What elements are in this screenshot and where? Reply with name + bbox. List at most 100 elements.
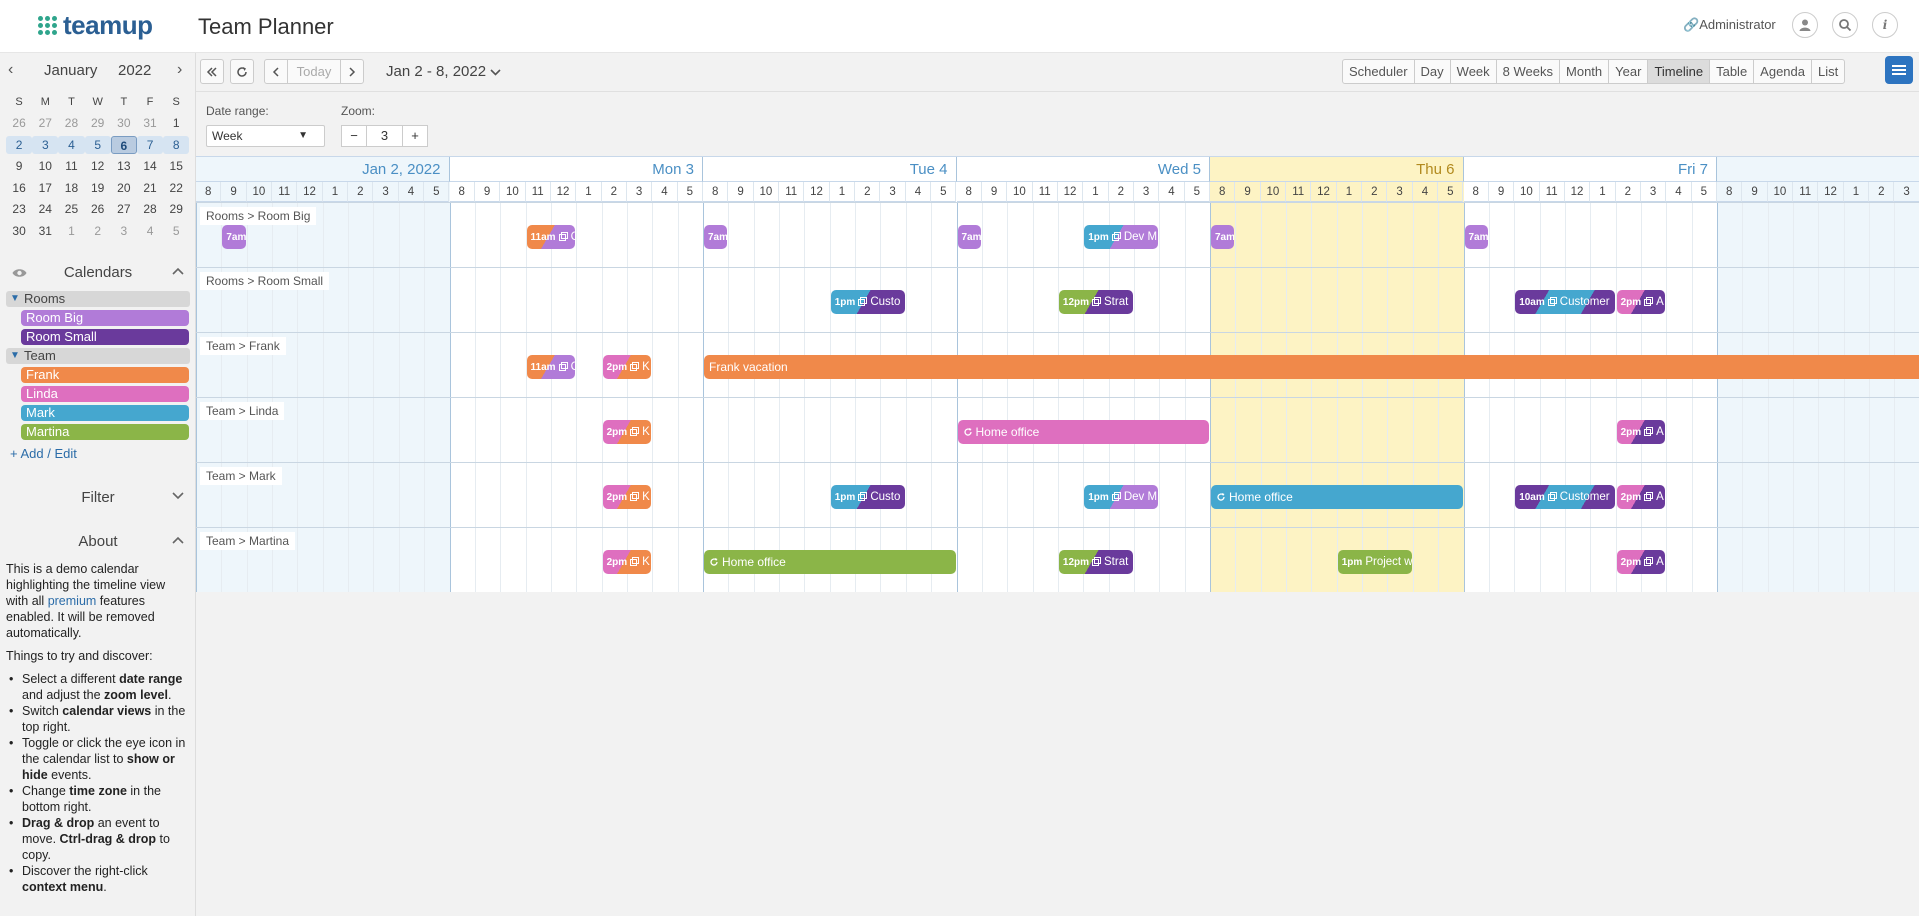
mini-day[interactable]: 30 (111, 114, 137, 132)
zoom-minus-button[interactable]: − (341, 125, 367, 147)
event-block[interactable]: 1pm Custo (830, 485, 905, 509)
event-block[interactable]: 1pm Project w (1337, 550, 1412, 574)
add-edit-link[interactable]: + Add / Edit (10, 446, 77, 461)
event-block[interactable]: 7am (957, 225, 981, 249)
day-header[interactable]: Fri 7 (1463, 157, 1717, 182)
event-block[interactable]: 2pm A (1616, 485, 1666, 509)
mini-day[interactable]: 2 (6, 135, 33, 154)
event-block[interactable]: 1pm Dev M (1084, 485, 1159, 509)
view-week-button[interactable]: Week (1451, 60, 1497, 83)
mini-day[interactable]: 22 (163, 179, 189, 197)
mini-day[interactable]: 16 (6, 179, 32, 197)
view-year-button[interactable]: Year (1609, 60, 1649, 83)
day-header[interactable]: Thu 6 (1210, 157, 1464, 182)
calendar-item-linda[interactable]: Linda (21, 386, 189, 402)
mini-day[interactable]: 27 (32, 114, 58, 132)
administrator-link[interactable]: 🔗Administrator (1683, 17, 1776, 33)
mini-day[interactable]: 12 (85, 157, 111, 175)
view-day-button[interactable]: Day (1415, 60, 1451, 83)
event-block[interactable]: 7am (222, 225, 246, 249)
mini-next-month-icon[interactable]: › (177, 61, 182, 79)
event-block[interactable]: 7am (704, 225, 728, 249)
mini-day[interactable]: 13 (111, 157, 137, 175)
mini-day[interactable]: 26 (6, 114, 32, 132)
today-button[interactable]: Today (287, 59, 341, 84)
refresh-icon[interactable] (230, 59, 254, 84)
mini-calendar-year[interactable]: 2022 (118, 62, 151, 79)
event-block[interactable]: 2pm A (1616, 420, 1666, 444)
teamup-logo[interactable]: teamup (38, 10, 153, 40)
mini-day[interactable]: 24 (32, 200, 58, 218)
mini-day[interactable]: 21 (137, 179, 163, 197)
mini-day[interactable]: 9 (6, 157, 32, 175)
caret-down-icon[interactable]: ▼ (10, 291, 20, 307)
mini-prev-month-icon[interactable]: ‹ (8, 61, 13, 79)
jump-back-icon[interactable] (200, 59, 224, 84)
day-header[interactable]: Mon 3 (449, 157, 703, 182)
day-header[interactable]: Tue 4 (703, 157, 957, 182)
mini-day[interactable]: 27 (111, 200, 137, 218)
mini-day[interactable]: 31 (32, 222, 58, 240)
event-block[interactable]: 2pm A (1616, 550, 1666, 574)
view-table-button[interactable]: Table (1710, 60, 1755, 83)
mini-day[interactable]: 28 (137, 200, 163, 218)
mini-day[interactable]: 5 (84, 135, 111, 154)
mini-day[interactable]: 15 (163, 157, 189, 175)
calendar-item-mark[interactable]: Mark (21, 405, 189, 421)
mini-day[interactable]: 31 (137, 114, 163, 132)
event-block[interactable]: 2pm K (602, 420, 652, 444)
mini-day[interactable]: 28 (58, 114, 84, 132)
mini-day[interactable]: 4 (58, 135, 85, 154)
calendar-item-martina[interactable]: Martina (21, 424, 189, 440)
mini-day[interactable]: 11 (58, 157, 84, 175)
mini-day[interactable]: 23 (6, 200, 32, 218)
mini-day[interactable]: 10 (32, 157, 58, 175)
day-header[interactable]: Wed 5 (956, 157, 1210, 182)
mini-day[interactable]: 1 (58, 222, 84, 240)
date-range-select[interactable]: Week ▼ (206, 125, 325, 147)
event-block[interactable]: 1pm Custo (830, 290, 905, 314)
day-header[interactable] (1717, 157, 1919, 182)
calendars-section-header[interactable]: Calendars (0, 261, 195, 285)
event-block[interactable]: 7am (1211, 225, 1235, 249)
event-block[interactable]: Home office (957, 420, 1209, 444)
mini-day[interactable]: 1 (163, 114, 189, 132)
event-block[interactable]: 12pm Strat (1058, 550, 1133, 574)
event-block[interactable]: 12pm Strat (1058, 290, 1133, 314)
zoom-plus-button[interactable]: + (402, 125, 428, 147)
info-icon[interactable]: i (1872, 12, 1898, 38)
event-block[interactable]: 10am Customer (1515, 290, 1615, 314)
event-block[interactable]: 2pm K (602, 550, 652, 574)
event-block[interactable]: 2pm K (602, 355, 652, 379)
view-scheduler-button[interactable]: Scheduler (1343, 60, 1415, 83)
view-agenda-button[interactable]: Agenda (1754, 60, 1812, 83)
filter-section-header[interactable]: Filter (0, 486, 195, 510)
event-block[interactable]: Frank vacation (704, 355, 1919, 379)
mini-day[interactable]: 8 (163, 135, 190, 154)
calendar-item-room-small[interactable]: Room Small (21, 329, 189, 345)
calendar-group-rooms[interactable]: ▼ Rooms (6, 291, 190, 307)
mini-day[interactable]: 4 (137, 222, 163, 240)
search-icon[interactable] (1832, 12, 1858, 38)
premium-link[interactable]: premium (48, 594, 97, 608)
event-block[interactable]: 10am Customer (1515, 485, 1615, 509)
about-section-header[interactable]: About (0, 530, 195, 554)
event-block[interactable]: 2pm A (1616, 290, 1666, 314)
calendar-item-frank[interactable]: Frank (21, 367, 189, 383)
mini-day[interactable]: 20 (111, 179, 137, 197)
event-block[interactable]: 11am C (526, 355, 576, 379)
menu-icon[interactable] (1885, 56, 1913, 84)
view-list-button[interactable]: List (1812, 60, 1844, 83)
next-period-icon[interactable] (340, 59, 364, 84)
day-header[interactable]: Jan 2, 2022 (196, 157, 450, 182)
mini-day[interactable]: 19 (85, 179, 111, 197)
mini-day[interactable]: 29 (85, 114, 111, 132)
mini-day[interactable]: 18 (58, 179, 84, 197)
view-timeline-button[interactable]: Timeline (1648, 60, 1711, 83)
event-block[interactable]: 11am C (526, 225, 576, 249)
mini-day[interactable]: 6 (110, 135, 137, 154)
mini-day[interactable]: 14 (137, 157, 163, 175)
chevron-down-icon[interactable] (172, 488, 184, 503)
view-month-button[interactable]: Month (1560, 60, 1610, 83)
mini-calendar-month[interactable]: January (44, 62, 97, 79)
